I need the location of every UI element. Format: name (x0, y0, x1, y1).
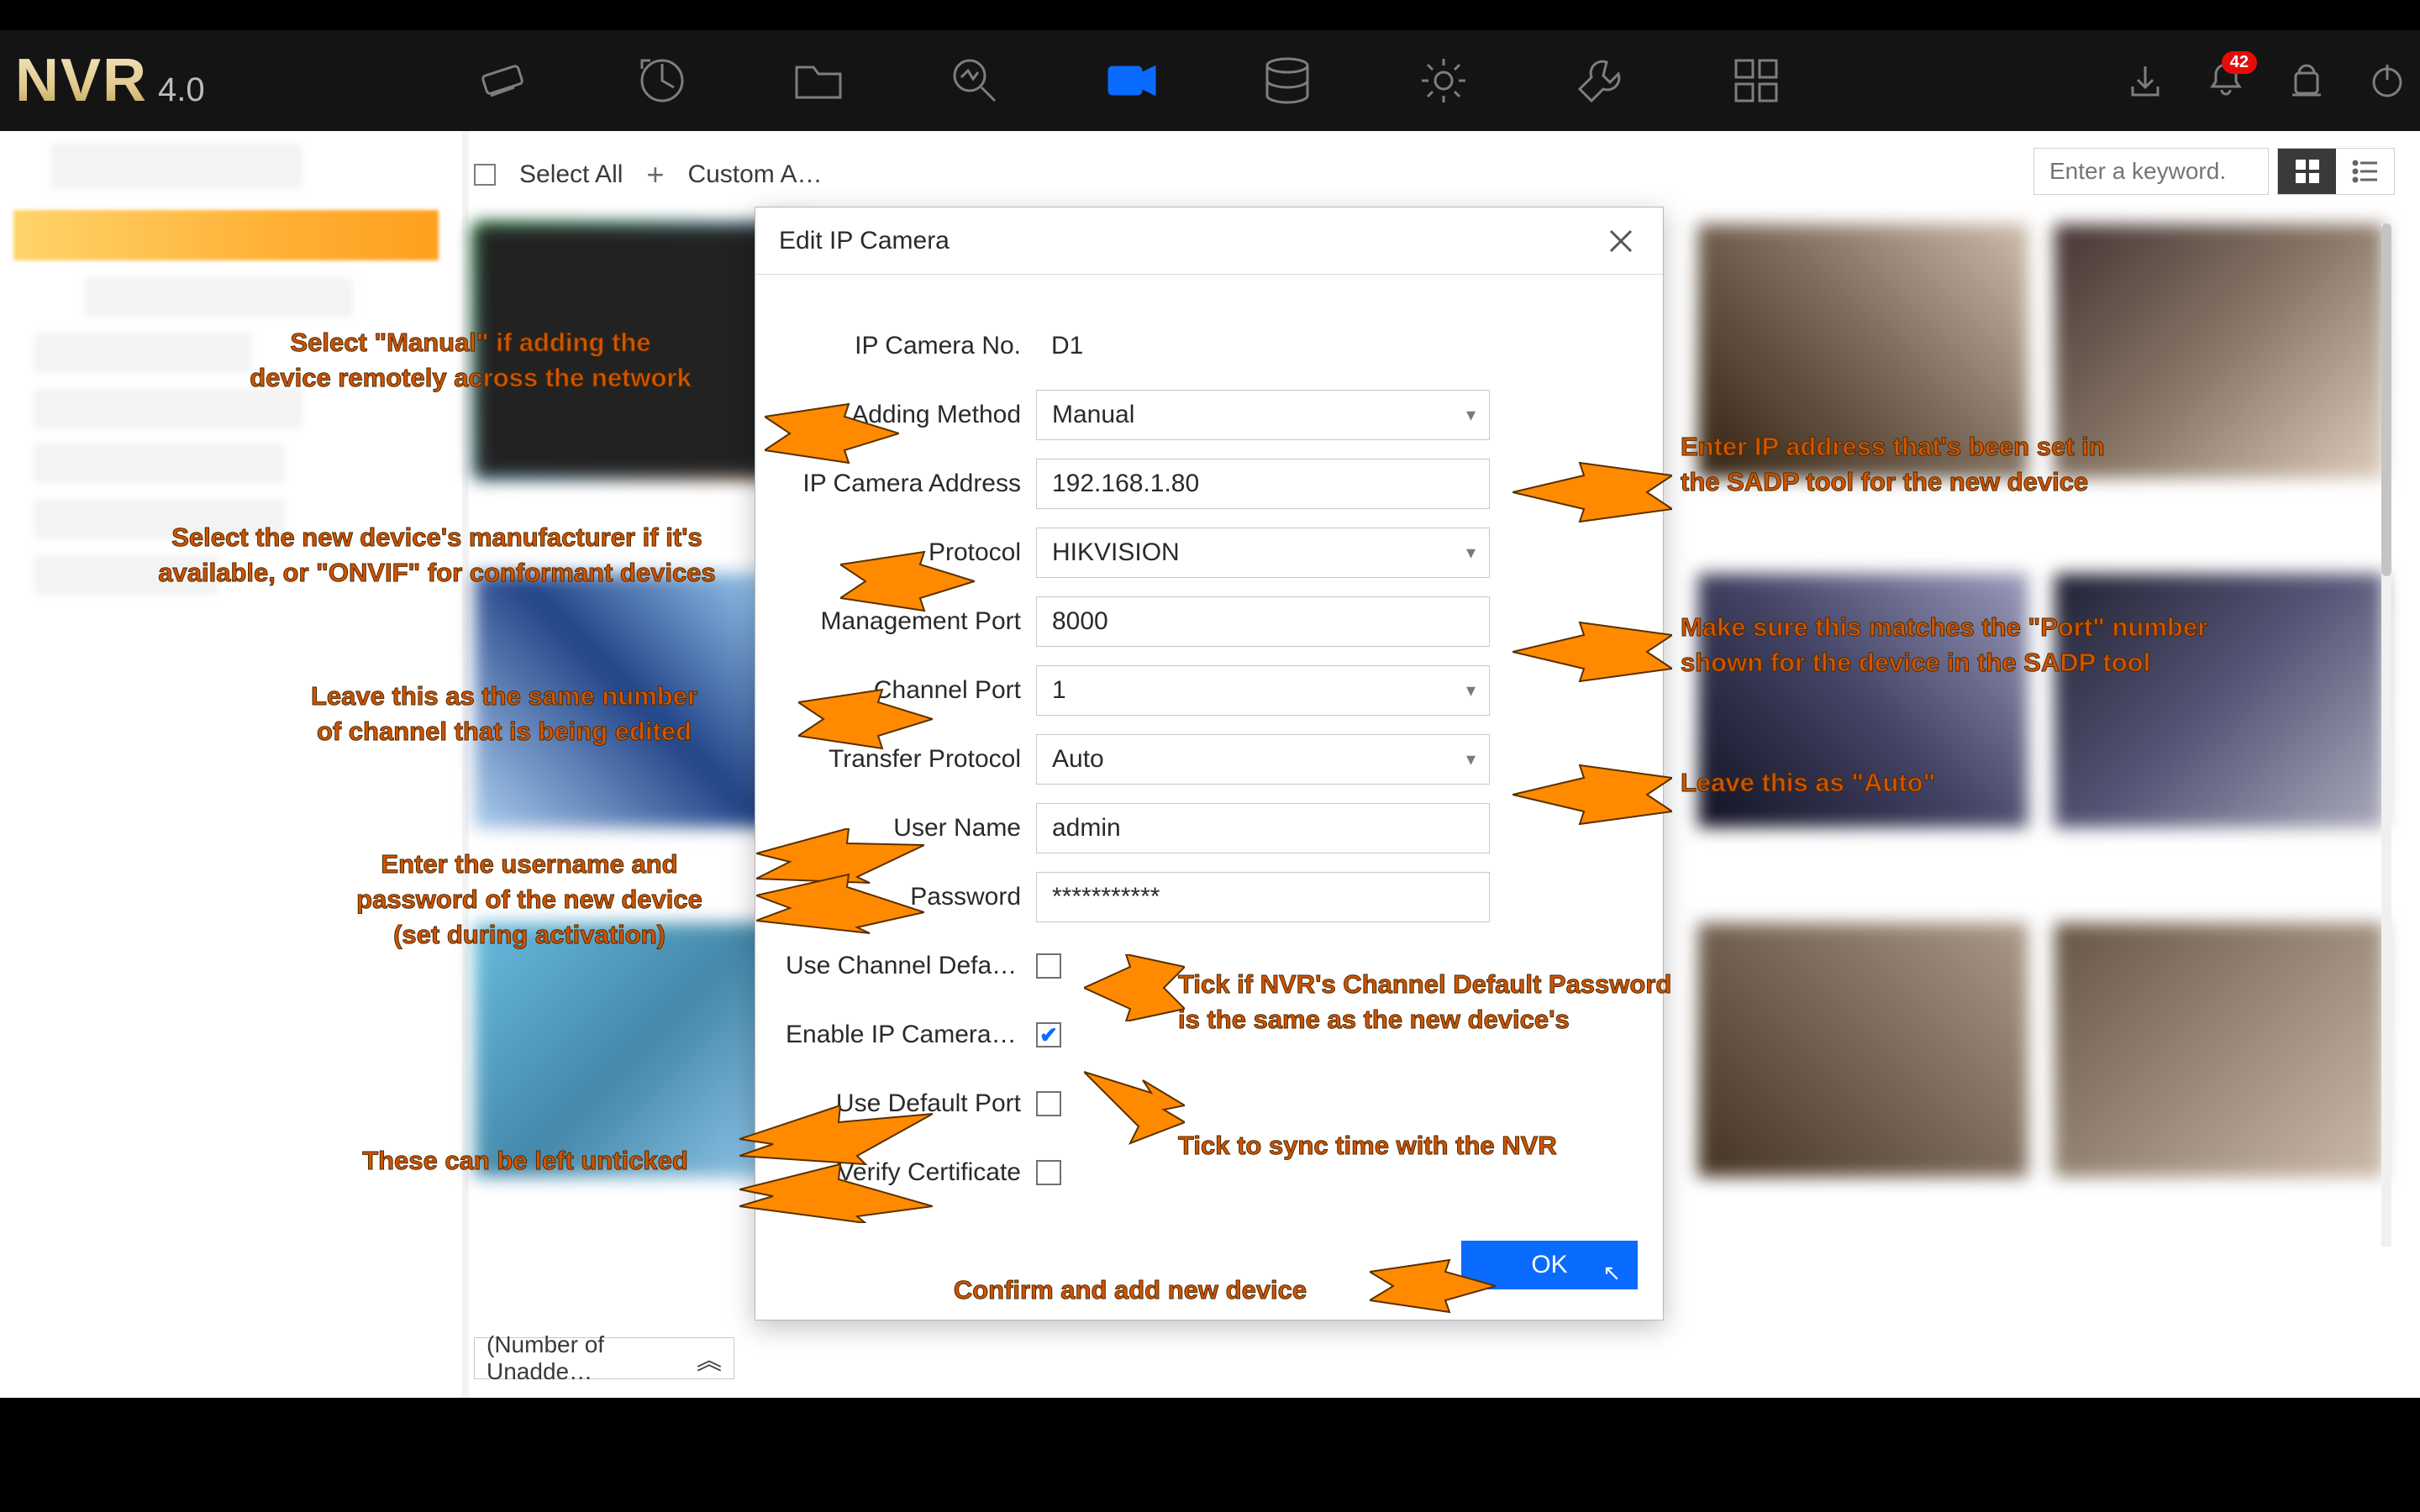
chevron-down-icon: ▾ (1466, 680, 1476, 701)
smart-icon[interactable] (948, 54, 1002, 108)
grid-scrollbar[interactable] (2381, 223, 2391, 1247)
label-mgmt-port: Management Port (786, 607, 1036, 636)
unadded-bar[interactable]: (Number of Unadde… ︽ (474, 1337, 734, 1379)
alarm-icon[interactable] (2287, 61, 2326, 100)
label-adding-method: Adding Method (786, 401, 1036, 429)
grid-view-icon (2294, 158, 2321, 185)
cursor-icon: ↖ (1602, 1260, 1621, 1286)
camera-thumb[interactable] (2054, 922, 2385, 1178)
sidebar-item[interactable] (34, 444, 286, 484)
label-transfer-proto: Transfer Protocol (786, 745, 1036, 774)
sidebar-item[interactable] (34, 499, 286, 539)
notifications-button[interactable]: 42 (2207, 60, 2245, 102)
label-enable-time: Enable IP Camera T… (786, 1021, 1036, 1049)
playback-icon[interactable] (635, 54, 689, 108)
liveview-icon[interactable] (479, 54, 533, 108)
storage-icon[interactable] (1260, 54, 1314, 108)
main-nav (479, 30, 1783, 131)
sidebar-item[interactable] (50, 143, 302, 190)
select-all-checkbox[interactable] (474, 164, 496, 186)
verify-cert-checkbox[interactable] (1036, 1160, 1061, 1185)
list-view-icon (2352, 158, 2379, 185)
password-input[interactable]: *********** (1036, 872, 1490, 922)
dialog-form: IP Camera No. D1 Adding Method Manual▾ I… (755, 275, 1663, 1207)
close-icon (1607, 228, 1634, 255)
label-password: Password (786, 883, 1036, 911)
adding-method-select[interactable]: Manual▾ (1036, 390, 1490, 440)
chevron-down-icon: ▾ (1466, 748, 1476, 770)
channel-port-select[interactable]: 1▾ (1036, 665, 1490, 716)
power-icon[interactable] (2368, 61, 2407, 100)
maintenance-icon[interactable] (1573, 54, 1627, 108)
top-bar: NVR 4.0 42 (0, 30, 2420, 131)
enable-time-checkbox[interactable] (1036, 1022, 1061, 1047)
label-verify-cert: Verify Certificate (786, 1158, 1036, 1187)
username-input[interactable]: admin (1036, 803, 1490, 853)
close-button[interactable] (1602, 223, 1639, 260)
custom-add-label[interactable]: Custom A… (687, 160, 822, 189)
camera-toolbar: Select All + Custom A… (474, 148, 823, 202)
label-camera-no: IP Camera No. (786, 332, 1036, 360)
select-all-label: Select All (519, 160, 623, 189)
sidebar-item[interactable] (84, 277, 353, 318)
label-camera-addr: IP Camera Address (786, 470, 1036, 498)
plus-icon[interactable]: + (646, 157, 664, 192)
sidebar-item[interactable] (34, 554, 218, 595)
view-switch[interactable] (2277, 148, 2395, 195)
sidebar-item-selected[interactable] (13, 210, 439, 260)
logo-version: 4.0 (158, 71, 205, 109)
app-logo: NVR 4.0 (15, 46, 205, 115)
label-use-default-port: Use Default Port (786, 1089, 1036, 1118)
search-input[interactable] (2033, 148, 2269, 195)
topbar-right: 42 (2126, 30, 2407, 131)
dialog-header: Edit IP Camera (755, 207, 1663, 275)
protocol-select[interactable]: HIKVISION▾ (1036, 528, 1490, 578)
sidebar (0, 131, 462, 1398)
camera-thumb[interactable] (1697, 922, 2028, 1178)
chevron-down-icon: ▾ (1466, 542, 1476, 564)
edit-ip-camera-dialog: Edit IP Camera IP Camera No. D1 Adding M… (755, 207, 1664, 1320)
dialog-title: Edit IP Camera (779, 227, 950, 255)
use-default-port-checkbox[interactable] (1036, 1091, 1061, 1116)
label-use-channel-default: Use Channel Defaul… (786, 952, 1036, 980)
settings-icon[interactable] (1417, 54, 1470, 108)
apps-icon[interactable] (1729, 54, 1783, 108)
chevron-up-icon: ︽ (697, 1340, 722, 1377)
logo-text: NVR (15, 46, 148, 115)
camera-thumb[interactable] (2054, 573, 2385, 828)
use-channel-default-checkbox[interactable] (1036, 953, 1061, 979)
camera-thumb[interactable] (1697, 223, 2028, 479)
transfer-protocol-select[interactable]: Auto▾ (1036, 734, 1490, 785)
camera-thumb[interactable] (2054, 223, 2385, 479)
value-camera-no: D1 (1036, 332, 1490, 360)
sidebar-item[interactable] (34, 388, 302, 428)
label-channel-port: Channel Port (786, 676, 1036, 705)
label-protocol: Protocol (786, 538, 1036, 567)
sidebar-item[interactable] (34, 333, 252, 373)
chevron-down-icon: ▾ (1466, 404, 1476, 426)
label-username: User Name (786, 814, 1036, 843)
files-icon[interactable] (792, 54, 845, 108)
download-icon[interactable] (2126, 61, 2165, 100)
management-port-input[interactable]: 8000 (1036, 596, 1490, 647)
camera-icon[interactable] (1104, 54, 1158, 108)
camera-address-input[interactable]: 192.168.1.80 (1036, 459, 1490, 509)
unadded-label: (Number of Unadde… (487, 1331, 697, 1385)
notification-badge: 42 (2222, 51, 2257, 74)
camera-thumb[interactable] (1697, 573, 2028, 828)
